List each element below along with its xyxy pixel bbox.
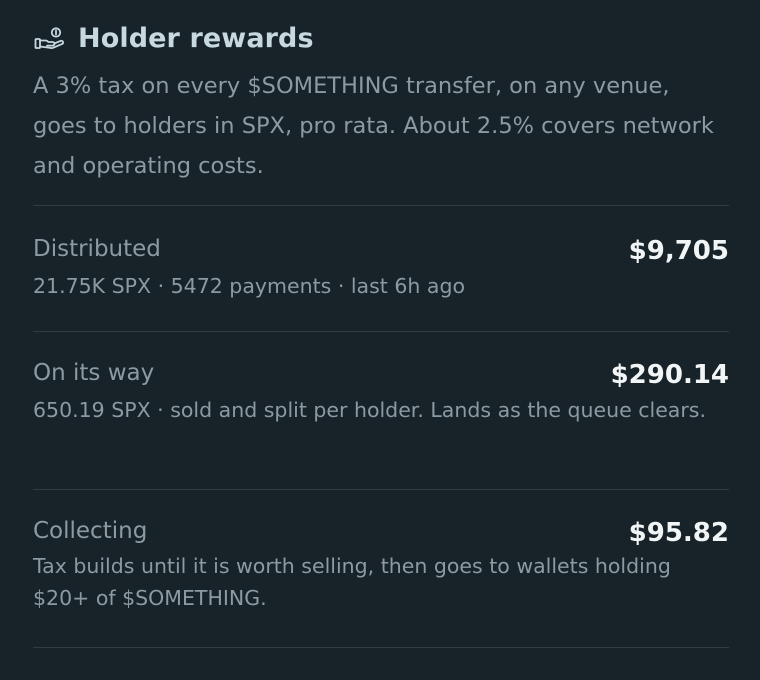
stat-distributed-row: Distributed $9,705 [33,236,729,266]
stat-on-its-way-row: On its way $290.14 [33,360,729,390]
stat-collecting-row: Collecting $95.82 [33,518,729,548]
holder-rewards-card: Holder rewards A 3% tax on every $SOMETH… [0,0,760,680]
stat-collecting-value: $95.82 [628,518,729,548]
stat-distributed-value: $9,705 [628,236,729,266]
stat-collecting: Collecting $95.82 Tax builds until it is… [33,490,729,648]
card-header: Holder rewards [33,0,729,74]
stat-on-its-way: On its way $290.14 650.19 SPX · sold and… [33,332,729,490]
stat-on-its-way-label: On its way [33,360,155,386]
stat-collecting-detail: Tax builds until it is worth selling, th… [33,554,671,610]
stat-distributed-detail: 21.75K SPX · 5472 payments · last 6h ago [33,274,466,298]
stat-on-its-way-detail: 650.19 SPX · sold and split per holder. … [33,398,706,422]
card-description: A 3% tax on every $SOMETHING transfer, o… [33,66,729,206]
stat-collecting-label: Collecting [33,518,148,544]
hand-coins-icon [33,25,67,51]
card-title: Holder rewards [78,22,314,54]
stat-distributed-label: Distributed [33,236,161,262]
stat-distributed: Distributed $9,705 21.75K SPX · 5472 pay… [33,206,729,332]
stat-on-its-way-value: $290.14 [610,360,729,390]
